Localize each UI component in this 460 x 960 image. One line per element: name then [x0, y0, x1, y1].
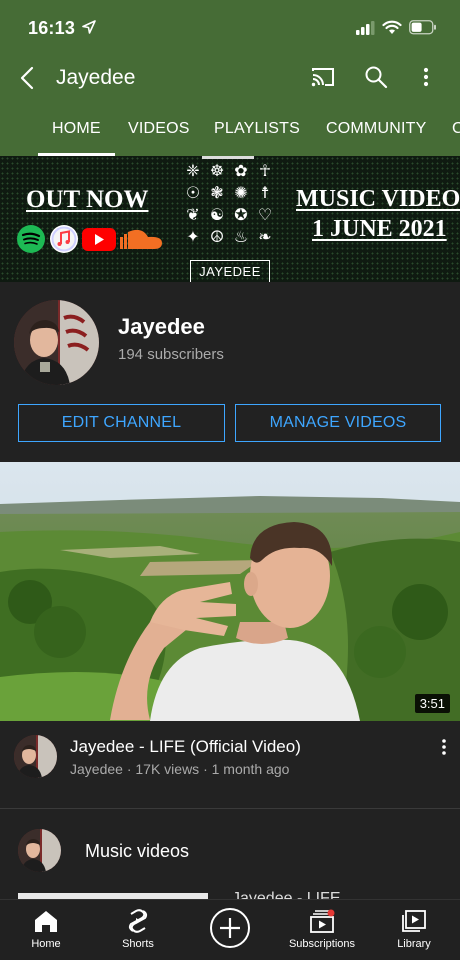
section-channel-avatar	[18, 829, 61, 872]
nav-shorts-label: Shorts	[122, 938, 154, 950]
nav-subscriptions-label: Subscriptions	[288, 938, 356, 950]
more-options-icon[interactable]	[416, 64, 436, 90]
tab-channels-partial[interactable]: C	[452, 120, 460, 138]
nav-subscriptions[interactable]: Subscriptions	[276, 900, 368, 960]
create-icon	[210, 908, 250, 948]
library-icon	[402, 910, 426, 932]
channel-header: 16:13 Jayedee HOME VIDEOS PLAYLISTS COMM…	[0, 0, 460, 156]
video-title[interactable]: Jayedee - LIFE (Official Video)	[70, 737, 301, 757]
manage-videos-button[interactable]: MANAGE VIDEOS	[235, 404, 441, 442]
spotify-icon	[17, 225, 45, 253]
soundcloud-icon	[120, 229, 162, 249]
channel-name: Jayedee	[118, 314, 205, 339]
tab-playlists[interactable]: PLAYLISTS	[214, 120, 300, 138]
streaming-services	[17, 225, 162, 253]
tab-community[interactable]: COMMUNITY	[326, 120, 426, 138]
status-time: 16:13	[28, 18, 76, 38]
search-icon[interactable]	[363, 64, 389, 90]
battery-icon	[409, 20, 436, 35]
banner-release-date: 1 JUNE 2021	[312, 216, 447, 242]
music-videos-section-title[interactable]: Music videos	[85, 841, 189, 862]
page-title: Jayedee	[56, 66, 136, 89]
location-arrow-icon	[82, 20, 96, 34]
nav-home-label: Home	[31, 938, 61, 950]
bottom-navigation: Home Shorts Subscriptions Library	[0, 899, 460, 960]
video-thumbnail[interactable]: 3:51	[0, 462, 460, 721]
banner-brand-logo: JAYEDEE	[190, 260, 270, 282]
edit-channel-button[interactable]: EDIT CHANNEL	[18, 404, 225, 442]
apple-music-icon	[50, 225, 78, 253]
status-bar: 16:13	[0, 0, 460, 58]
video-channel-avatar[interactable]	[14, 735, 57, 778]
youtube-icon	[82, 228, 116, 251]
video-duration: 3:51	[414, 694, 450, 713]
banner-music-video-text: MUSIC VIDEO	[296, 186, 460, 212]
nav-shorts[interactable]: Shorts	[92, 900, 184, 960]
banner-out-now-text: OUT NOW	[26, 186, 149, 213]
video-more-options-icon[interactable]	[436, 738, 452, 756]
tab-videos[interactable]: VIDEOS	[128, 120, 190, 138]
shorts-icon	[128, 909, 148, 933]
cast-icon[interactable]	[310, 64, 336, 90]
subscriber-count: 194 subscribers	[118, 346, 224, 363]
channel-tabs: HOME VIDEOS PLAYLISTS COMMUNITY C	[0, 110, 460, 156]
nav-create[interactable]	[184, 900, 276, 960]
wifi-icon	[382, 20, 402, 34]
banner-symbol-grid: ❈ ☸ ✿ ☥ ☉ ❃ ✺ ☨ ❦ ☯ ✪ ♡ ✦ ☮ ♨ ❧	[185, 161, 273, 246]
home-icon	[35, 911, 57, 932]
banner-top-line	[202, 156, 254, 159]
nav-library[interactable]: Library	[368, 900, 460, 960]
nav-library-label: Library	[397, 938, 431, 950]
subscriptions-icon	[310, 909, 335, 933]
video-metadata: Jayedee · 17K views · 1 month ago	[70, 761, 290, 777]
tab-home[interactable]: HOME	[38, 120, 115, 156]
back-icon[interactable]	[16, 64, 42, 92]
cellular-signal-icon	[356, 21, 375, 35]
thumbnail-image	[0, 462, 460, 721]
app-bar: Jayedee	[0, 58, 460, 100]
nav-home[interactable]: Home	[0, 900, 92, 960]
section-divider	[0, 808, 460, 809]
channel-avatar[interactable]	[14, 300, 99, 385]
channel-banner: OUT NOW ❈☸✿☥ ☉❃✺☨ ❦☯✪♡ ✦☮♨❧	[0, 156, 460, 282]
